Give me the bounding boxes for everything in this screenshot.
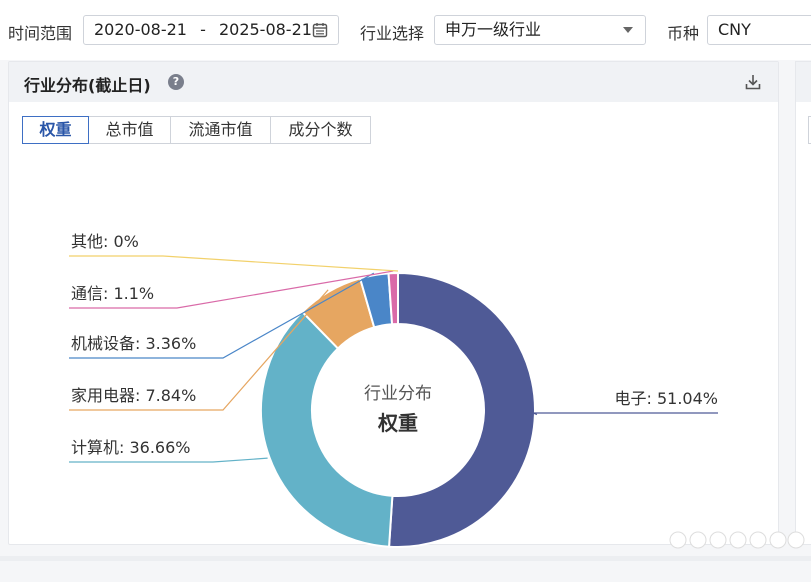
bottom-strip [0, 556, 811, 561]
industry-distribution-panel: 行业分布(截止日) ? 权重 总市值 流通市值 成分个数 电子: 51.04% 计… [8, 61, 779, 548]
help-icon[interactable]: ? [168, 74, 184, 90]
filter-bar: 时间范围 2020-08-21 - 2025-08-21 行业选择 申万一级行业… [0, 0, 811, 60]
slice-label: 计算机: 36.66% [71, 438, 191, 457]
metric-tabs: 权重 总市值 流通市值 成分个数 [22, 116, 371, 144]
industry-select-value: 申万一级行业 [445, 20, 542, 39]
industry-label: 行业选择 [360, 24, 425, 43]
download-icon[interactable] [744, 73, 762, 91]
start-date: 2020-08-21 [94, 20, 187, 39]
slice-label: 家用电器: 7.84% [71, 386, 196, 405]
currency-select-value: CNY [718, 20, 751, 39]
currency-select[interactable]: CNY [707, 15, 811, 45]
calendar-icon[interactable] [312, 22, 328, 38]
industry-donut-chart: 电子: 51.04% 计算机: 36.66% 家用电器: 7.84% 机械设备: 3.… [69, 232, 719, 548]
pie-slice[interactable] [260, 310, 394, 548]
currency-label: 币种 [667, 24, 700, 43]
time-range-label: 时间范围 [8, 24, 73, 43]
tab-weight[interactable]: 权重 [22, 116, 89, 144]
end-date: 2025-08-21 [218, 20, 312, 39]
date-separator: - [200, 20, 206, 39]
industry-select[interactable]: 申万一级行业 [434, 15, 646, 45]
slice-leader-line [69, 255, 399, 272]
side-panel-header [796, 62, 811, 102]
caret-down-icon[interactable] [623, 27, 633, 33]
tab-float-market-cap[interactable]: 流通市值 [170, 116, 271, 144]
slice-label: 其他: 0% [71, 232, 139, 251]
date-range-picker[interactable]: 2020-08-21 - 2025-08-21 [83, 15, 339, 45]
donut-center-title: 行业分布 [364, 384, 432, 404]
donut-center-subtitle: 权重 [377, 411, 418, 435]
slice-leader-line [532, 412, 718, 416]
pie-slice[interactable] [387, 271, 536, 548]
slice-leader-line [69, 457, 268, 463]
pagination-dots[interactable] [668, 530, 808, 550]
slice-label: 电子: 51.04% [615, 389, 719, 408]
panel-header: 行业分布(截止日) ? [9, 62, 778, 102]
slice-label: 通信: 1.1% [71, 284, 154, 303]
slice-label: 机械设备: 3.36% [71, 334, 196, 353]
side-panel [795, 61, 811, 545]
tab-total-market-cap[interactable]: 总市值 [88, 116, 171, 144]
panel-title: 行业分布(截止日) [24, 76, 151, 95]
tab-constituent-count[interactable]: 成分个数 [270, 116, 371, 144]
